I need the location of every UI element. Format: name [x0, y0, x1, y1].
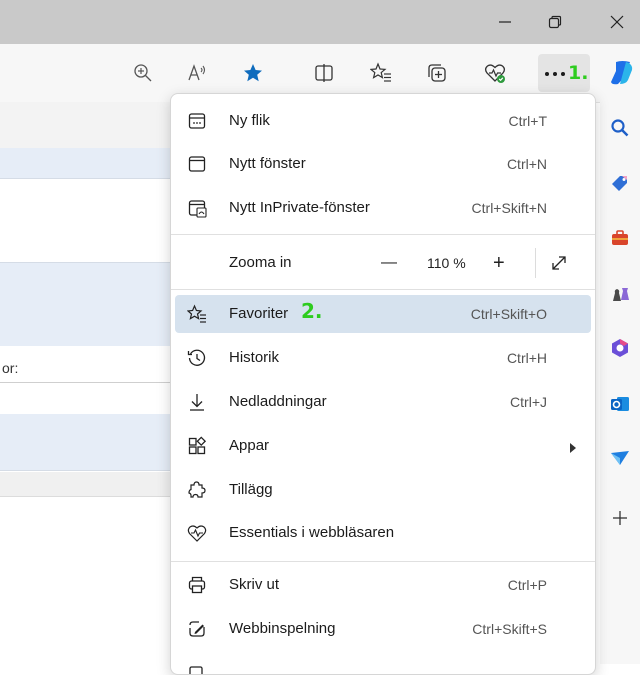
menu-item-shortcut: Ctrl+J: [510, 394, 547, 410]
zoom-label: Zooma in: [229, 254, 292, 271]
menu-item-label: Essentials i webbläsaren: [229, 524, 395, 541]
page-panel: [0, 262, 174, 348]
menu-item-new-tab[interactable]: Ny flik Ctrl+T: [175, 102, 591, 140]
microsoft-365-icon[interactable]: [608, 336, 632, 360]
search-icon[interactable]: [608, 116, 632, 140]
page-field-label: or:: [2, 360, 19, 376]
print-icon: [187, 575, 207, 595]
split-screen-icon[interactable]: [307, 56, 341, 90]
close-icon[interactable]: [594, 0, 640, 44]
menu-item-label: Nytt fönster: [229, 155, 306, 172]
step-2-annotation: 2.: [301, 299, 323, 323]
menu-divider: [171, 289, 595, 290]
menu-item-shortcut: Ctrl+P: [507, 577, 547, 593]
settings-and-more-button[interactable]: 1.: [538, 54, 590, 92]
menu-item-label: Ny flik: [229, 112, 270, 129]
menu-item-cut-off[interactable]: [175, 654, 591, 674]
zoom-divider: [535, 248, 536, 278]
favorites-icon: [187, 304, 207, 324]
step-1-annotation: 1.: [568, 62, 589, 84]
web-capture-icon: [187, 619, 207, 639]
menu-item-favorites[interactable]: Favoriter 2. Ctrl+Skift+O: [175, 295, 591, 333]
menu-item-label: Webbinspelning: [229, 620, 336, 637]
new-window-icon: [187, 154, 207, 174]
menu-item-label: Tillägg: [229, 481, 273, 498]
menu-item-shortcut: Ctrl+T: [508, 113, 548, 129]
title-bar: [0, 0, 640, 44]
extensions-icon: [187, 480, 207, 500]
menu-item-shortcut: Ctrl+Skift+S: [472, 621, 547, 637]
menu-item-print[interactable]: Skriv ut Ctrl+P: [175, 566, 591, 604]
menu-divider: [171, 561, 595, 562]
page-footer-strip: [0, 472, 174, 497]
minimize-icon[interactable]: [482, 0, 528, 44]
submenu-arrow-icon: [569, 440, 577, 458]
settings-menu: Ny flik Ctrl+T Nytt fönster Ctrl+N Nytt …: [170, 93, 596, 675]
add-icon[interactable]: [608, 506, 632, 530]
menu-item-label: Historik: [229, 349, 280, 366]
page-field-row: or:: [0, 346, 174, 383]
history-icon: [187, 348, 207, 368]
menu-item-browser-essentials[interactable]: Essentials i webbläsaren: [175, 514, 591, 552]
favorites-icon[interactable]: [364, 56, 398, 90]
apps-icon: [187, 436, 207, 456]
menu-divider: [171, 234, 595, 235]
outlook-icon[interactable]: [608, 392, 632, 416]
copilot-icon[interactable]: [606, 58, 636, 88]
page-input[interactable]: [0, 388, 174, 415]
download-icon: [187, 392, 207, 412]
menu-item-label: Nytt InPrivate-fönster: [229, 199, 370, 216]
menu-item-zoom: Zooma in — 110 % +: [175, 244, 591, 282]
edge-sidebar: [600, 102, 640, 664]
favorite-star-icon[interactable]: [236, 56, 270, 90]
menu-item-shortcut: Ctrl+Skift+N: [471, 200, 547, 216]
new-tab-icon: [187, 111, 207, 131]
browser-essentials-icon: [187, 523, 207, 543]
page-header-strip: [0, 102, 174, 149]
restore-icon[interactable]: [532, 0, 578, 44]
menu-item-shortcut: Ctrl+N: [506, 156, 547, 172]
fullscreen-icon[interactable]: [549, 253, 569, 273]
menu-item-downloads[interactable]: Nedladdningar Ctrl+J: [175, 383, 591, 421]
send-icon[interactable]: [608, 446, 632, 470]
menu-item-shortcut: Ctrl+H: [506, 350, 547, 366]
page-content: or:: [0, 102, 174, 664]
zoom-out-button[interactable]: —: [381, 244, 397, 282]
zoom-in-icon: +: [493, 251, 505, 274]
collections-icon[interactable]: [420, 56, 454, 90]
shopping-tag-icon[interactable]: [608, 172, 632, 196]
zoom-icon[interactable]: [126, 56, 160, 90]
zoom-out-icon: —: [381, 254, 397, 271]
menu-item-apps[interactable]: Appar: [175, 427, 591, 465]
menu-item-new-inprivate-window[interactable]: Nytt InPrivate-fönster Ctrl+Skift+N: [175, 189, 591, 227]
menu-item-extensions[interactable]: Tillägg: [175, 471, 591, 509]
read-aloud-icon[interactable]: [180, 56, 214, 90]
zoom-in-button[interactable]: +: [493, 244, 505, 282]
menu-item-web-capture[interactable]: Webbinspelning Ctrl+Skift+S: [175, 610, 591, 648]
menu-item-history[interactable]: Historik Ctrl+H: [175, 339, 591, 377]
page-strip: [0, 148, 174, 179]
menu-item-label: Appar: [229, 437, 270, 454]
menu-item-label: Nedladdningar: [229, 393, 327, 410]
browser-essentials-icon[interactable]: [478, 56, 512, 90]
zoom-value: 110 %: [427, 255, 466, 271]
menu-item-label: Skriv ut: [229, 576, 280, 593]
tools-icon[interactable]: [608, 226, 632, 250]
menu-item-label: Favoriter: [229, 305, 289, 322]
games-icon[interactable]: [608, 282, 632, 306]
menu-item-shortcut: Ctrl+Skift+O: [470, 306, 547, 322]
inprivate-icon: [187, 198, 207, 218]
menu-item-new-window[interactable]: Nytt fönster Ctrl+N: [175, 145, 591, 183]
share-icon: [187, 663, 207, 674]
page-panel-2: [0, 414, 174, 471]
